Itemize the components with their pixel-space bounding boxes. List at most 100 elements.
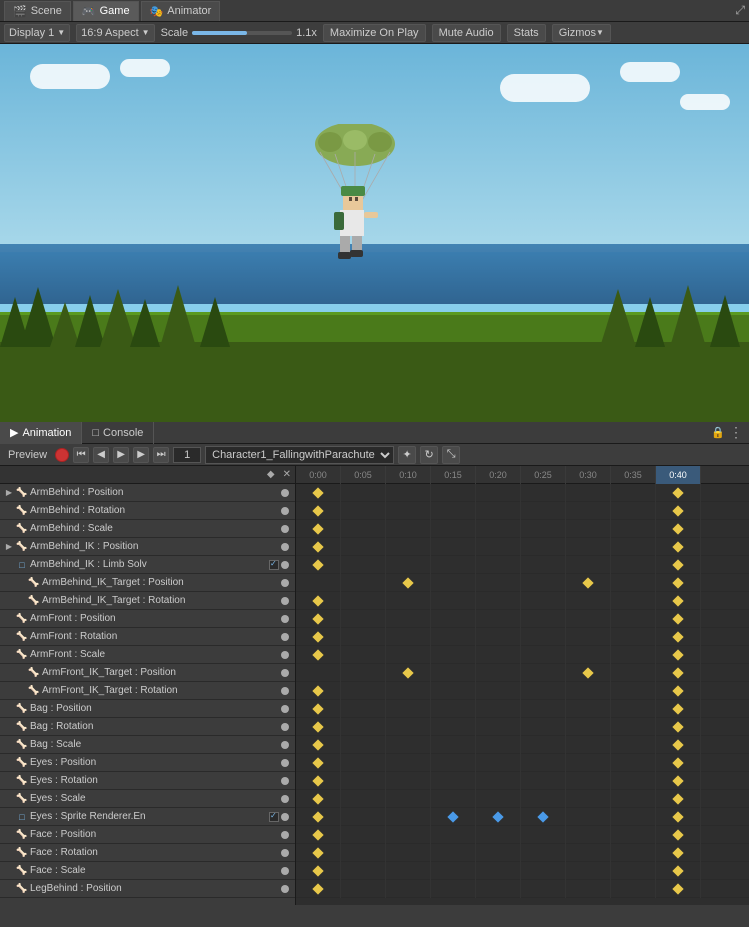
cell[interactable] xyxy=(296,880,341,898)
cell[interactable] xyxy=(656,790,701,808)
cell[interactable] xyxy=(296,646,341,664)
keyframe[interactable] xyxy=(312,829,323,840)
cell[interactable] xyxy=(611,754,656,772)
track-row[interactable]: 🦴 ArmBehind : Scale xyxy=(0,520,295,538)
cell[interactable] xyxy=(611,502,656,520)
cell[interactable] xyxy=(296,610,341,628)
cell[interactable] xyxy=(611,610,656,628)
expand-icon[interactable] xyxy=(2,882,16,896)
tab-console[interactable]: □ Console xyxy=(82,422,154,444)
keyframe[interactable] xyxy=(402,667,413,678)
next-frame-btn[interactable]: ▶ xyxy=(133,447,149,463)
cell[interactable] xyxy=(386,574,431,592)
cell[interactable] xyxy=(521,610,566,628)
keyframe[interactable] xyxy=(672,811,683,822)
tick-3[interactable]: 0:15 xyxy=(431,466,476,484)
cell[interactable] xyxy=(566,628,611,646)
cell[interactable] xyxy=(296,826,341,844)
cell[interactable] xyxy=(431,682,476,700)
cell[interactable] xyxy=(521,826,566,844)
cell[interactable] xyxy=(341,610,386,628)
cell[interactable] xyxy=(656,754,701,772)
keyframe[interactable] xyxy=(672,739,683,750)
delete-keyframe-icon[interactable]: ✕ xyxy=(283,469,291,480)
add-keyframe-icon[interactable]: ◆ xyxy=(267,469,275,480)
cell[interactable] xyxy=(431,538,476,556)
keyframe[interactable] xyxy=(672,775,683,786)
cell[interactable] xyxy=(611,844,656,862)
cell[interactable] xyxy=(476,736,521,754)
cell[interactable] xyxy=(431,556,476,574)
tick-8[interactable]: 0:40 xyxy=(656,466,701,484)
cell[interactable] xyxy=(431,754,476,772)
cell[interactable] xyxy=(431,502,476,520)
keyframe[interactable] xyxy=(312,793,323,804)
keyframe[interactable] xyxy=(672,577,683,588)
cell[interactable] xyxy=(341,826,386,844)
cell[interactable] xyxy=(611,880,656,898)
track-checkbox[interactable] xyxy=(269,812,279,822)
cell[interactable] xyxy=(566,862,611,880)
keyframe[interactable] xyxy=(672,667,683,678)
keyframe[interactable] xyxy=(312,739,323,750)
cell[interactable] xyxy=(521,484,566,502)
cell[interactable] xyxy=(296,808,341,826)
tick-4[interactable]: 0:20 xyxy=(476,466,521,484)
keyframe[interactable] xyxy=(312,685,323,696)
record-button[interactable] xyxy=(55,448,69,462)
expand-icon[interactable] xyxy=(14,576,28,590)
keyframe[interactable] xyxy=(312,523,323,534)
track-row[interactable]: 🦴 Eyes : Scale xyxy=(0,790,295,808)
expand-icon[interactable] xyxy=(2,558,16,572)
expand-icon[interactable] xyxy=(2,846,16,860)
keyframe[interactable] xyxy=(312,757,323,768)
aspect-selector[interactable]: 16:9 Aspect ▼ xyxy=(76,24,154,42)
cell[interactable] xyxy=(476,808,521,826)
key-rotation-btn[interactable]: ↻ xyxy=(420,446,438,464)
keyframe[interactable] xyxy=(312,505,323,516)
keyframe[interactable] xyxy=(312,865,323,876)
keyframe[interactable] xyxy=(672,829,683,840)
cell[interactable] xyxy=(341,664,386,682)
expand-icon[interactable]: ▶ xyxy=(2,540,16,554)
cell[interactable] xyxy=(386,736,431,754)
track-row[interactable]: 🦴 ArmBehind_IK_Target : Rotation xyxy=(0,592,295,610)
track-row[interactable]: 🦴 Face : Position xyxy=(0,826,295,844)
track-row[interactable]: □ Eyes : Sprite Renderer.En xyxy=(0,808,295,826)
cell[interactable] xyxy=(341,736,386,754)
cell[interactable] xyxy=(611,628,656,646)
cell[interactable] xyxy=(476,556,521,574)
cell[interactable] xyxy=(566,790,611,808)
cell[interactable] xyxy=(431,520,476,538)
cell[interactable] xyxy=(476,718,521,736)
tick-0[interactable]: 0:00 xyxy=(296,466,341,484)
cell[interactable] xyxy=(611,700,656,718)
goto-start-btn[interactable]: ⏮ xyxy=(73,447,89,463)
cell[interactable] xyxy=(431,610,476,628)
cell[interactable] xyxy=(521,772,566,790)
cell[interactable] xyxy=(566,646,611,664)
cell[interactable] xyxy=(341,700,386,718)
cell[interactable] xyxy=(521,556,566,574)
expand-icon[interactable] xyxy=(2,648,16,662)
cell[interactable] xyxy=(656,700,701,718)
cell[interactable] xyxy=(566,502,611,520)
cell[interactable] xyxy=(521,502,566,520)
cell[interactable] xyxy=(296,592,341,610)
cell[interactable] xyxy=(611,646,656,664)
cell[interactable] xyxy=(296,862,341,880)
track-row[interactable]: 🦴 Eyes : Rotation xyxy=(0,772,295,790)
cell[interactable] xyxy=(521,646,566,664)
cell[interactable] xyxy=(386,610,431,628)
cell[interactable] xyxy=(611,682,656,700)
cell[interactable] xyxy=(656,772,701,790)
track-row[interactable]: 🦴 ArmFront_IK_Target : Rotation xyxy=(0,682,295,700)
cell[interactable] xyxy=(341,790,386,808)
cell[interactable] xyxy=(656,484,701,502)
expand-icon[interactable] xyxy=(2,504,16,518)
cell[interactable] xyxy=(341,502,386,520)
cell[interactable] xyxy=(656,826,701,844)
track-row[interactable]: 🦴 ArmFront_IK_Target : Position xyxy=(0,664,295,682)
cell[interactable] xyxy=(521,718,566,736)
cell[interactable] xyxy=(431,844,476,862)
